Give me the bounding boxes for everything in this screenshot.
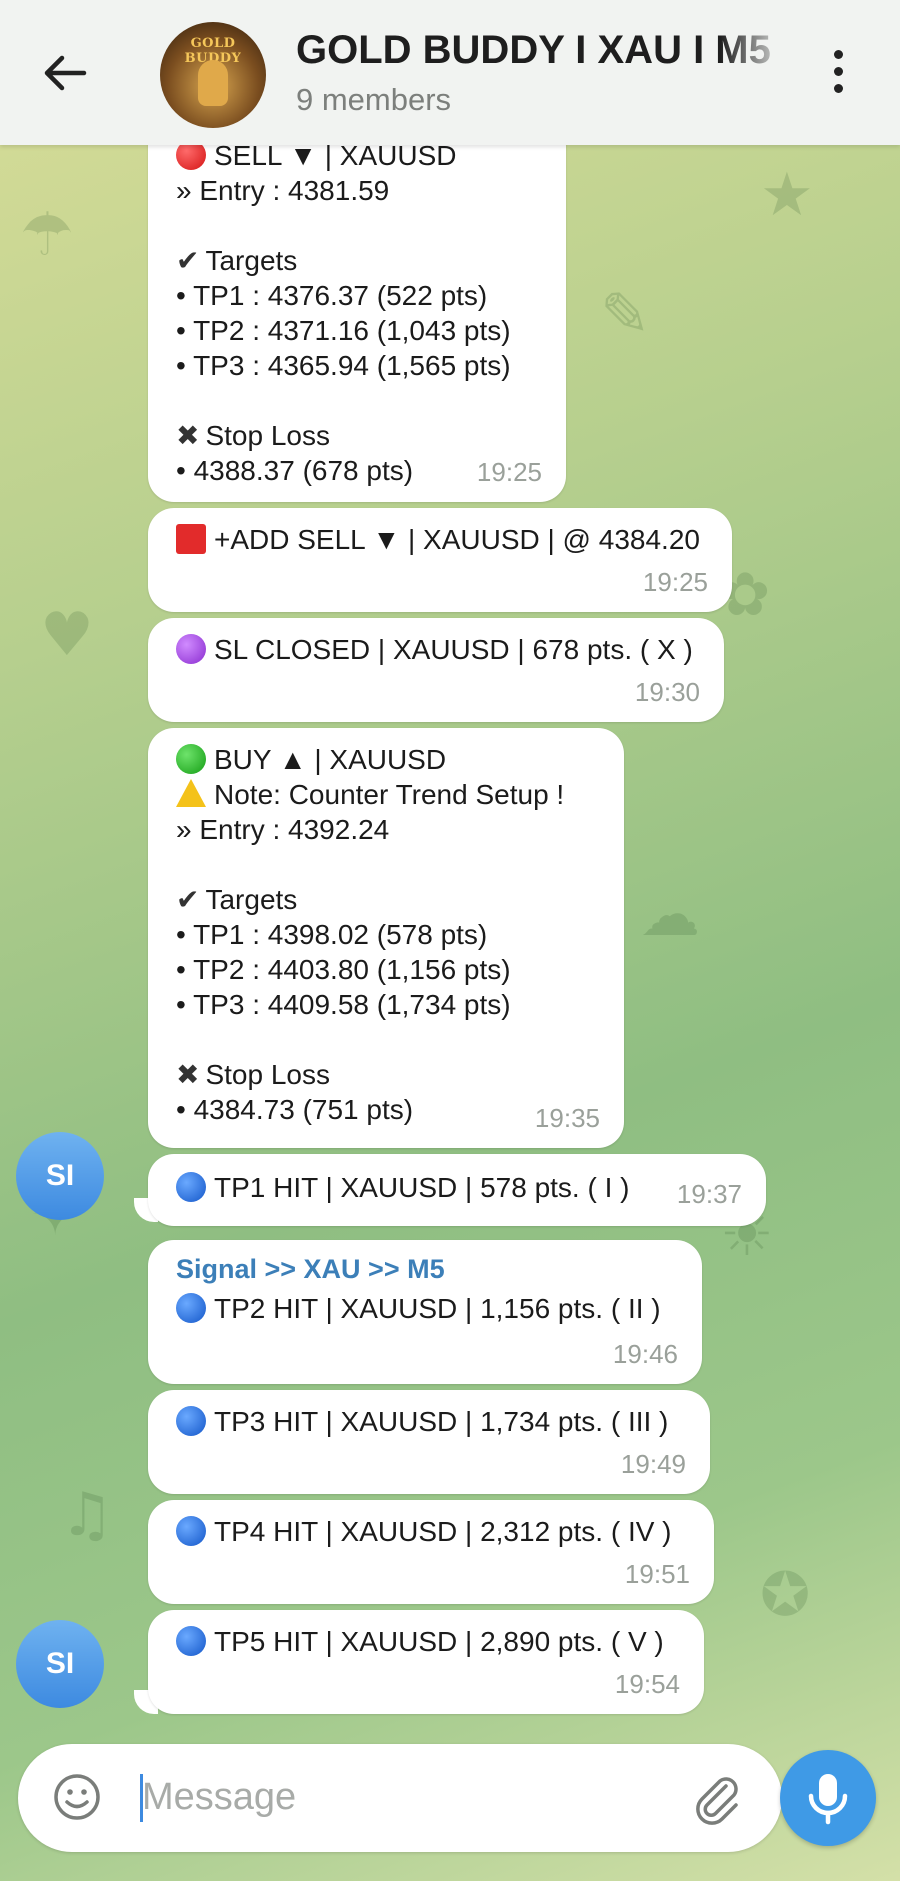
message-time: 19:35: [534, 1103, 600, 1133]
purple-circle-icon: [176, 634, 206, 664]
message-line: TP5 HIT | XAUUSD | 2,890 pts. ( V ): [176, 1624, 678, 1659]
message-bubble[interactable]: +ADD SELL ▼ | XAUUSD | @ 4384.20 19:25: [148, 508, 732, 612]
message-line: TP2 HIT | XAUUSD | 1,156 pts. ( II ): [176, 1291, 676, 1326]
sender-name[interactable]: Signal >> XAU >> M5: [176, 1252, 676, 1287]
sender-avatar[interactable]: SI: [16, 1132, 104, 1220]
message-line: TP4 HIT | XAUUSD | 2,312 pts. ( IV ): [176, 1514, 688, 1549]
check-icon: ✔: [176, 244, 200, 277]
message-time: 19:51: [624, 1559, 690, 1589]
more-vertical-icon: [833, 50, 843, 59]
message-bubble[interactable]: TP3 HIT | XAUUSD | 1,734 pts. ( III ) 19…: [148, 1390, 710, 1494]
attach-button[interactable]: [690, 1772, 744, 1826]
message-line: » Entry : 4392.24: [176, 814, 390, 845]
message-line: +ADD SELL ▼ | XAUUSD | @ 4384.20: [176, 522, 706, 557]
title-fade: [720, 26, 790, 76]
message-line: • TP2 : 4371.16 (1,043 pts): [176, 315, 511, 346]
cross-mark-icon: ✖: [176, 1058, 200, 1091]
message-line: TP1 HIT | XAUUSD | 578 pts. ( I ): [176, 1170, 646, 1205]
blue-circle-icon: [176, 1293, 206, 1323]
message-line: • TP2 : 4403.80 (1,156 pts): [176, 954, 511, 985]
avatar-figure: [198, 60, 228, 106]
message-bubble[interactable]: TP4 HIT | XAUUSD | 2,312 pts. ( IV ) 19:…: [148, 1500, 714, 1604]
message-time: 19:49: [620, 1449, 686, 1479]
message-composer: [18, 1744, 782, 1852]
message-time: 19:25: [476, 457, 542, 487]
blue-circle-icon: [176, 1406, 206, 1436]
back-button[interactable]: [40, 48, 90, 98]
microphone-icon: [808, 1774, 848, 1825]
sender-avatar[interactable]: SI: [16, 1620, 104, 1708]
member-count: 9 members: [296, 82, 452, 117]
message-line: • TP3 : 4365.94 (1,565 pts): [176, 350, 511, 381]
warning-icon: [176, 779, 206, 807]
message-bubble[interactable]: Signal >> XAU >> M5 TP2 HIT | XAUUSD | 1…: [148, 1240, 702, 1384]
message-line: BUY ▲ | XAUUSD: [176, 742, 598, 777]
message-bubble[interactable]: SL CLOSED | XAUUSD | 678 pts. ( X ) 19:3…: [148, 618, 724, 722]
message-time: 19:54: [614, 1669, 680, 1699]
message-line: ✔ Targets: [176, 883, 298, 916]
group-avatar[interactable]: GOLD BUDDY: [160, 22, 266, 128]
message-line: Note: Counter Trend Setup !: [176, 777, 598, 812]
message-time: 19:46: [612, 1339, 678, 1369]
message-input[interactable]: [140, 1766, 704, 1828]
message-bubble[interactable]: TP1 HIT | XAUUSD | 578 pts. ( I ) 19:37: [148, 1154, 766, 1226]
message-line: TP3 HIT | XAUUSD | 1,734 pts. ( III ): [176, 1404, 684, 1439]
voice-record-button[interactable]: [780, 1750, 876, 1846]
message-line: ✖ Stop Loss: [176, 1058, 330, 1091]
more-options-button[interactable]: [826, 50, 850, 98]
message-bubble[interactable]: TP5 HIT | XAUUSD | 2,890 pts. ( V ) 19:5…: [148, 1610, 704, 1714]
message-line: • TP3 : 4409.58 (1,734 pts): [176, 989, 511, 1020]
message-line: • TP1 : 4398.02 (578 pts): [176, 919, 488, 950]
message-bubble[interactable]: BUY ▲ | XAUUSD Note: Counter Trend Setup…: [148, 728, 624, 1148]
chat-header: GOLD BUDDY GOLD BUDDY I XAU I M5 9 membe…: [0, 0, 900, 145]
message-line: ✖ Stop Loss: [176, 419, 330, 452]
blue-circle-icon: [176, 1626, 206, 1656]
blue-circle-icon: [176, 1172, 206, 1202]
paperclip-icon: [696, 1777, 738, 1825]
red-square-icon: [176, 524, 206, 554]
cross-mark-icon: ✖: [176, 419, 200, 452]
message-line: ✔ Targets: [176, 244, 298, 277]
message-bubble[interactable]: SELL ▼ | XAUUSD » Entry : 4381.59 ✔ Targe…: [148, 120, 566, 502]
green-circle-icon: [176, 744, 206, 774]
message-line: • TP1 : 4376.37 (522 pts): [176, 280, 488, 311]
check-icon: ✔: [176, 883, 200, 916]
smile-icon: [54, 1774, 100, 1820]
arrow-left-icon: [44, 55, 87, 91]
chat-title[interactable]: GOLD BUDDY I XAU I M5: [296, 28, 786, 73]
blue-circle-icon: [176, 1516, 206, 1546]
message-time: 19:25: [642, 567, 708, 597]
message-line: » Entry : 4381.59: [176, 175, 390, 206]
message-time: 19:30: [634, 677, 700, 707]
emoji-button[interactable]: [52, 1772, 102, 1822]
message-time: 19:37: [676, 1179, 742, 1209]
message-line: SL CLOSED | XAUUSD | 678 pts. ( X ): [176, 632, 698, 667]
